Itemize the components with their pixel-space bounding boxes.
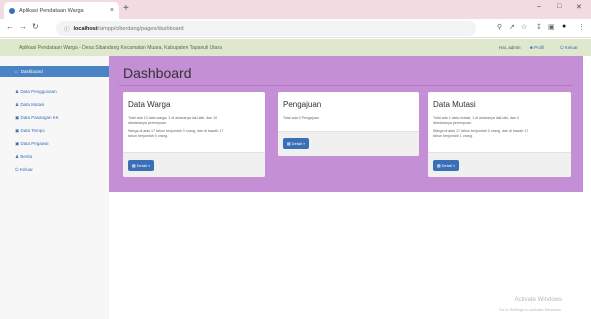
detail-icon: ▦ [286,141,291,146]
detail-button-pengajuan[interactable]: ▦ Detail » [283,138,309,149]
card-footer: ▦ Detail » [123,152,265,177]
url-host: localhost [73,25,98,32]
browser-tab-bar: Aplikasi Pendataan Warga × + – □ ✕ [0,0,591,19]
extensions-icon[interactable]: ▣ [548,23,555,31]
sidebar-item-data-pasangan-kk[interactable]: ▣ Data Pasangan KK [15,115,59,121]
card-title: Pengajuan [283,100,322,109]
detail-button-mutasi[interactable]: ▦ Detail » [433,160,459,171]
favicon-icon [9,7,15,14]
watermark-subtitle: Go to Settings to activate Windows. [498,307,562,312]
close-window-button[interactable]: ✕ [576,3,582,11]
sidebar-item-data-penggunaan[interactable]: ♟ Data Penggunaan [15,89,57,95]
book-icon: ▣ [15,115,20,120]
tab-close-icon[interactable]: × [110,7,114,14]
sidebar-item-data-mutasi[interactable]: ♟ Data Mutasi [15,102,44,108]
card-text: Total ada 0 Pengajuan [283,116,319,120]
user-greeting: Hai, admin [499,45,521,50]
user-icon: ♟ [15,102,20,107]
book-icon: ▣ [15,128,20,133]
sidebar-item-dashboard[interactable]: ⌂ Dashboard [0,66,109,77]
minimize-button[interactable]: – [537,3,541,10]
sidebar-item-label: Dashboard [20,69,43,74]
card-footer: ▦ Detail » [278,131,419,156]
zoom-icon[interactable]: ⚲ [497,23,502,31]
download-icon[interactable]: ↧ [536,23,542,31]
card-footer: ▦ Detail » [428,152,571,177]
reload-icon[interactable]: ↻ [32,22,39,31]
info-icon: ⓘ [64,26,70,33]
card-title: Data Mutasi [433,100,476,109]
profile-avatar-icon[interactable]: ● [562,23,566,30]
dashboard-panel: Dashboard Data Warga Total ada 13 data w… [109,56,583,192]
share-icon[interactable]: ↗ [509,23,515,31]
detail-button-warga[interactable]: ▦ Detail » [128,160,154,171]
sidebar: ⌂ Dashboard ♟ Data Penggunaan ♟ Data Mut… [0,56,109,319]
detail-icon: ▦ [436,163,441,168]
card-pengajuan: Pengajuan Total ada 0 Pengajuan ▦ Detail … [278,92,419,156]
detail-icon: ▦ [131,163,136,168]
sidebar-item-data-tempo[interactable]: ▣ Data Tempo [15,128,45,134]
sidebar-item-data-pegawai[interactable]: ▣ Data Pegawai [15,141,49,147]
tab-title: Aplikasi Pendataan Warga [19,7,84,14]
maximize-button[interactable]: □ [557,3,561,10]
sidebar-item-berita[interactable]: ♟ Berita [15,154,32,160]
power-icon: ⏻ [15,167,19,172]
back-icon[interactable]: ← [6,22,14,31]
card-data-mutasi: Data Mutasi Total ada 1 data mutasi, 1 d… [428,92,571,177]
title-divider [119,85,573,86]
menu-icon[interactable]: ⋮ [578,23,585,31]
logout-link[interactable]: ⏻ Keluar [560,45,578,50]
user-icon: ♟ [15,89,20,94]
page-title: Dashboard [123,65,192,81]
url-path: /simpp/ciberdang/pages/dashboard [97,25,184,32]
forward-icon[interactable]: → [19,22,27,31]
card-title: Data Warga [128,100,171,109]
watermark-title: Activate Windows [514,297,562,303]
browser-tab[interactable]: Aplikasi Pendataan Warga × [4,2,119,19]
card-text: Total ada 1 data mutasi, 1 di antaranya … [433,116,529,138]
star-icon[interactable]: ☆ [521,23,527,31]
profile-link[interactable]: ■ Profil [530,45,544,50]
app-title: Aplikasi Pendataan Warga - Desa Sibandan… [19,44,222,51]
address-bar-row: ← → ↻ ⓘ localhost /simpp/ciberdang/pages… [0,19,591,38]
book-icon: ▣ [15,141,20,146]
url-input[interactable]: ⓘ localhost /simpp/ciberdang/pages/dashb… [56,21,476,36]
user-icon: ♟ [15,154,20,159]
home-icon: ⌂ [15,69,18,74]
card-data-warga: Data Warga Total ada 13 data warga, 3 di… [123,92,265,177]
card-text: Total ada 13 data warga, 3 di antaranya … [128,116,224,138]
sidebar-item-keluar[interactable]: ⏻ Keluar [15,167,33,172]
new-tab-button[interactable]: + [123,3,129,15]
